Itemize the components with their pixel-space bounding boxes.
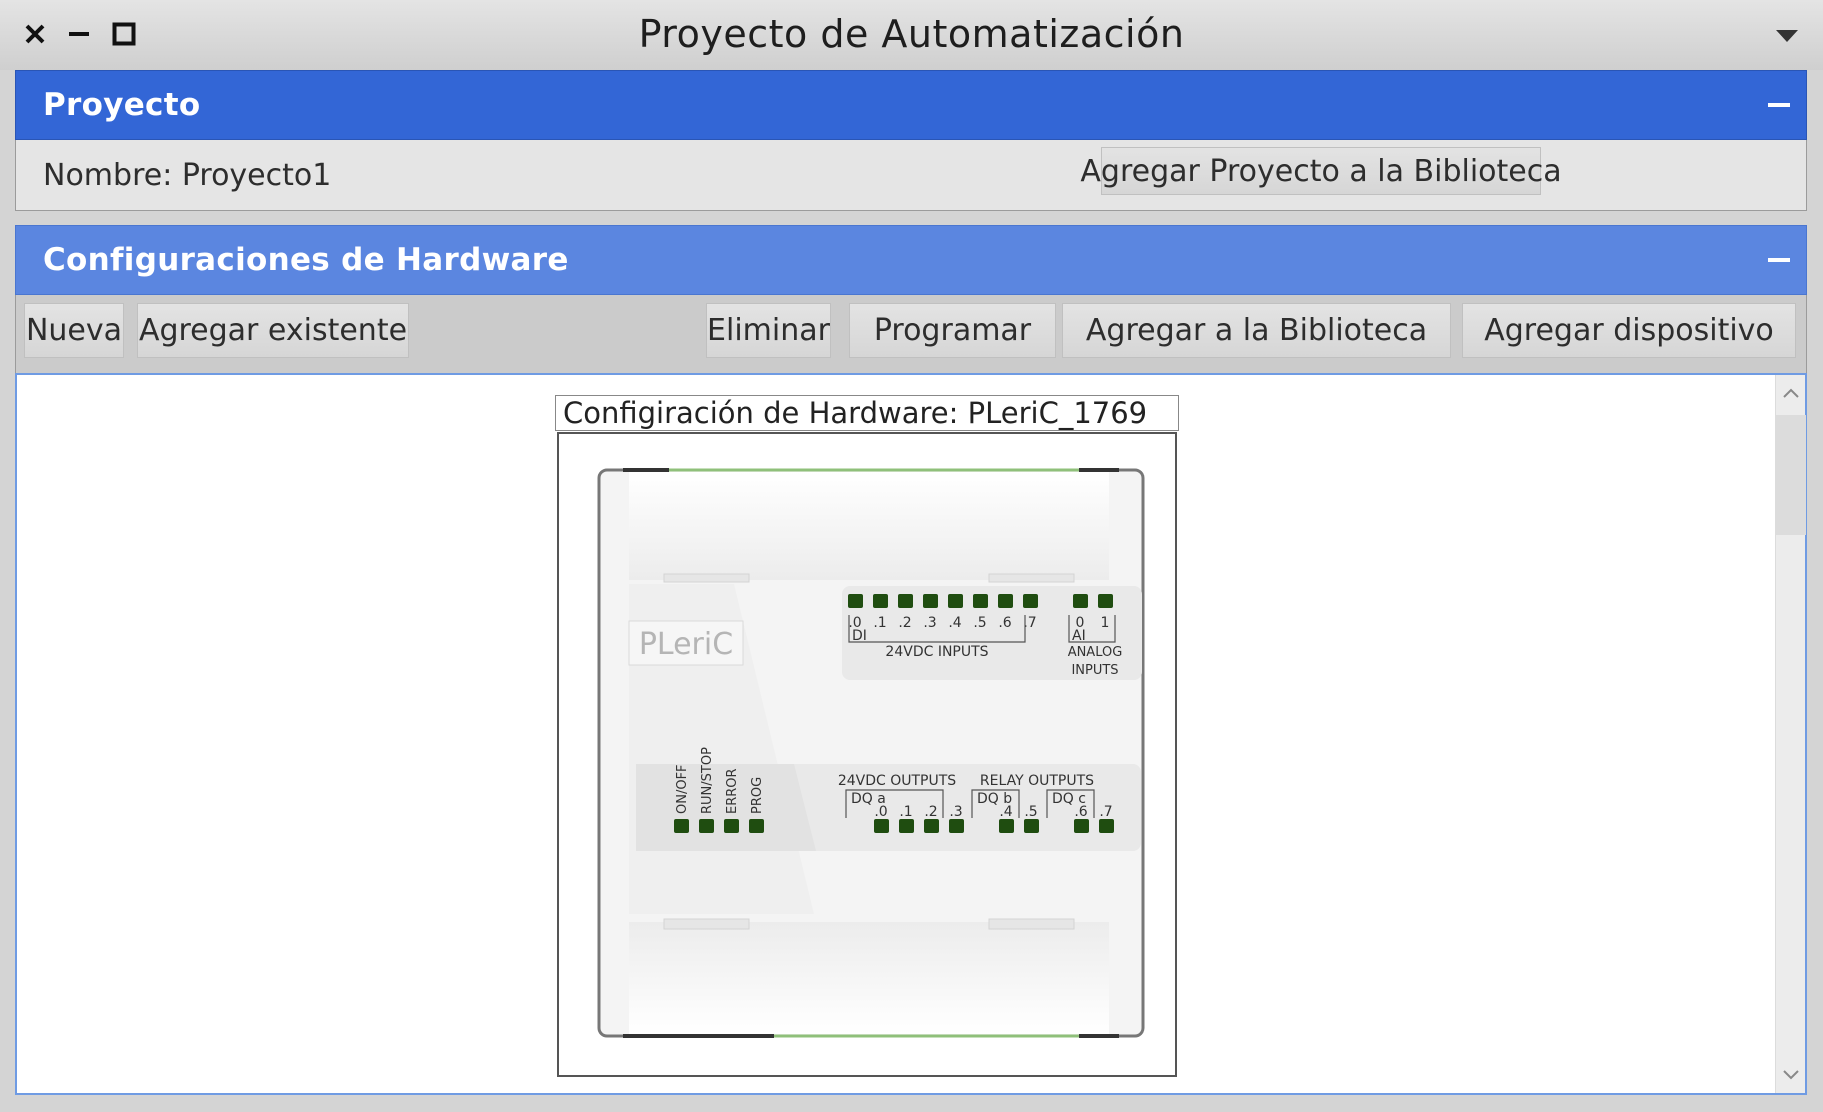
status-led bbox=[699, 819, 714, 833]
ai-prefix-label: AI bbox=[1072, 628, 1086, 644]
chevron-down-icon[interactable] bbox=[1771, 22, 1803, 50]
di-led bbox=[898, 594, 913, 608]
di-caption: 24VDC INPUTS bbox=[885, 644, 988, 660]
collapse-hardware-button[interactable] bbox=[1758, 242, 1800, 280]
dq-led bbox=[949, 819, 964, 833]
status-led bbox=[724, 819, 739, 833]
dq-c-group-label: DQ c bbox=[1052, 791, 1086, 807]
dq-led bbox=[1074, 819, 1089, 833]
dq-led bbox=[874, 819, 889, 833]
di-prefix-label: DI bbox=[852, 628, 867, 644]
di-led bbox=[973, 594, 988, 608]
ai-caption-line1: ANALOG bbox=[1068, 645, 1123, 660]
program-button[interactable]: Programar bbox=[849, 303, 1056, 358]
minus-icon bbox=[1768, 103, 1790, 107]
bottom-clip-right bbox=[988, 918, 1075, 930]
di-channel-label: .2 bbox=[898, 615, 911, 631]
add-project-to-library-button[interactable]: Agregar Proyecto a la Biblioteca bbox=[1080, 147, 1562, 195]
dq-channel-label: .5 bbox=[1024, 804, 1037, 820]
hardware-toolbar: Nueva Agregar existente Eliminar Program… bbox=[15, 295, 1807, 373]
hardware-panel-header[interactable]: Configuraciones de Hardware bbox=[15, 225, 1807, 295]
ai-channel-label: 1 bbox=[1101, 615, 1110, 631]
project-panel-title: Proyecto bbox=[43, 87, 201, 123]
ai-caption-line2: INPUTS bbox=[1071, 663, 1118, 678]
hardware-canvas[interactable]: Configiración de Hardware: PLeriC_1769 P… bbox=[15, 373, 1807, 1095]
status-led-label: PROG bbox=[750, 777, 765, 814]
scroll-up-icon[interactable] bbox=[1776, 375, 1806, 411]
top-clip-right bbox=[988, 573, 1075, 583]
collapse-project-button[interactable] bbox=[1758, 87, 1800, 125]
di-channel-label: .1 bbox=[873, 615, 886, 631]
dq-led bbox=[924, 819, 939, 833]
add-device-button[interactable]: Agregar dispositivo bbox=[1462, 303, 1796, 358]
add-to-library-button[interactable]: Agregar a la Biblioteca bbox=[1062, 303, 1451, 358]
scroll-down-icon[interactable] bbox=[1776, 1057, 1806, 1093]
status-led-label: RUN/STOP bbox=[700, 747, 715, 814]
di-led bbox=[1023, 594, 1038, 608]
scrollbar-thumb[interactable] bbox=[1776, 415, 1806, 535]
hardware-panel-title: Configuraciones de Hardware bbox=[43, 242, 569, 278]
vertical-scrollbar[interactable] bbox=[1775, 375, 1806, 1093]
di-led bbox=[948, 594, 963, 608]
di-channel-label: .4 bbox=[948, 615, 961, 631]
dq-channel-label: .3 bbox=[949, 804, 962, 820]
di-led bbox=[923, 594, 938, 608]
dc-outputs-caption: 24VDC OUTPUTS bbox=[838, 773, 956, 789]
window-titlebar: Proyecto de Automatización bbox=[0, 0, 1823, 70]
dq-channel-label: .1 bbox=[899, 804, 912, 820]
top-clip-left bbox=[663, 573, 750, 583]
add-existing-button[interactable]: Agregar existente bbox=[137, 303, 409, 358]
status-led bbox=[674, 819, 689, 833]
di-channel-label: .3 bbox=[923, 615, 936, 631]
dq-b-group-label: DQ b bbox=[977, 791, 1012, 807]
project-panel-body: Nombre: Proyecto1 Agregar Proyecto a la … bbox=[15, 140, 1807, 211]
relay-outputs-caption: RELAY OUTPUTS bbox=[980, 773, 1094, 789]
dq-a-group-label: DQ a bbox=[851, 791, 886, 807]
dq-led bbox=[999, 819, 1014, 833]
dq-channel-label: .7 bbox=[1099, 804, 1112, 820]
dq-channel-label: .2 bbox=[924, 804, 937, 820]
bottom-clip-left bbox=[663, 918, 750, 930]
di-led bbox=[998, 594, 1013, 608]
ai-led bbox=[1098, 594, 1113, 608]
di-channel-label: .6 bbox=[998, 615, 1011, 631]
status-led bbox=[749, 819, 764, 833]
status-led-label: ERROR bbox=[725, 768, 740, 814]
plc-brand-label: PLeriC bbox=[639, 627, 733, 662]
di-channel-label: .5 bbox=[973, 615, 986, 631]
plc-device-frame[interactable]: PLeriC .0.1.2.3.4.5.6.7 01 DI 24VDC INPU… bbox=[557, 432, 1177, 1077]
bottom-module bbox=[629, 922, 1109, 1034]
di-led bbox=[873, 594, 888, 608]
plc-device-image[interactable]: PLeriC .0.1.2.3.4.5.6.7 01 DI 24VDC INPU… bbox=[559, 434, 1175, 1075]
dq-led bbox=[899, 819, 914, 833]
project-name-label: Nombre: Proyecto1 bbox=[43, 158, 332, 193]
hardware-config-title: Configiración de Hardware: PLeriC_1769 bbox=[555, 395, 1179, 431]
status-led-label: ON/OFF bbox=[675, 764, 690, 814]
top-module bbox=[629, 472, 1109, 580]
di-led bbox=[848, 594, 863, 608]
delete-button[interactable]: Eliminar bbox=[706, 303, 831, 358]
ai-led bbox=[1073, 594, 1088, 608]
new-button[interactable]: Nueva bbox=[24, 303, 124, 358]
dq-led bbox=[1024, 819, 1039, 833]
minus-icon bbox=[1768, 258, 1790, 262]
dq-led bbox=[1099, 819, 1114, 833]
window-title: Proyecto de Automatización bbox=[638, 12, 1185, 56]
project-panel-header[interactable]: Proyecto bbox=[15, 70, 1807, 140]
